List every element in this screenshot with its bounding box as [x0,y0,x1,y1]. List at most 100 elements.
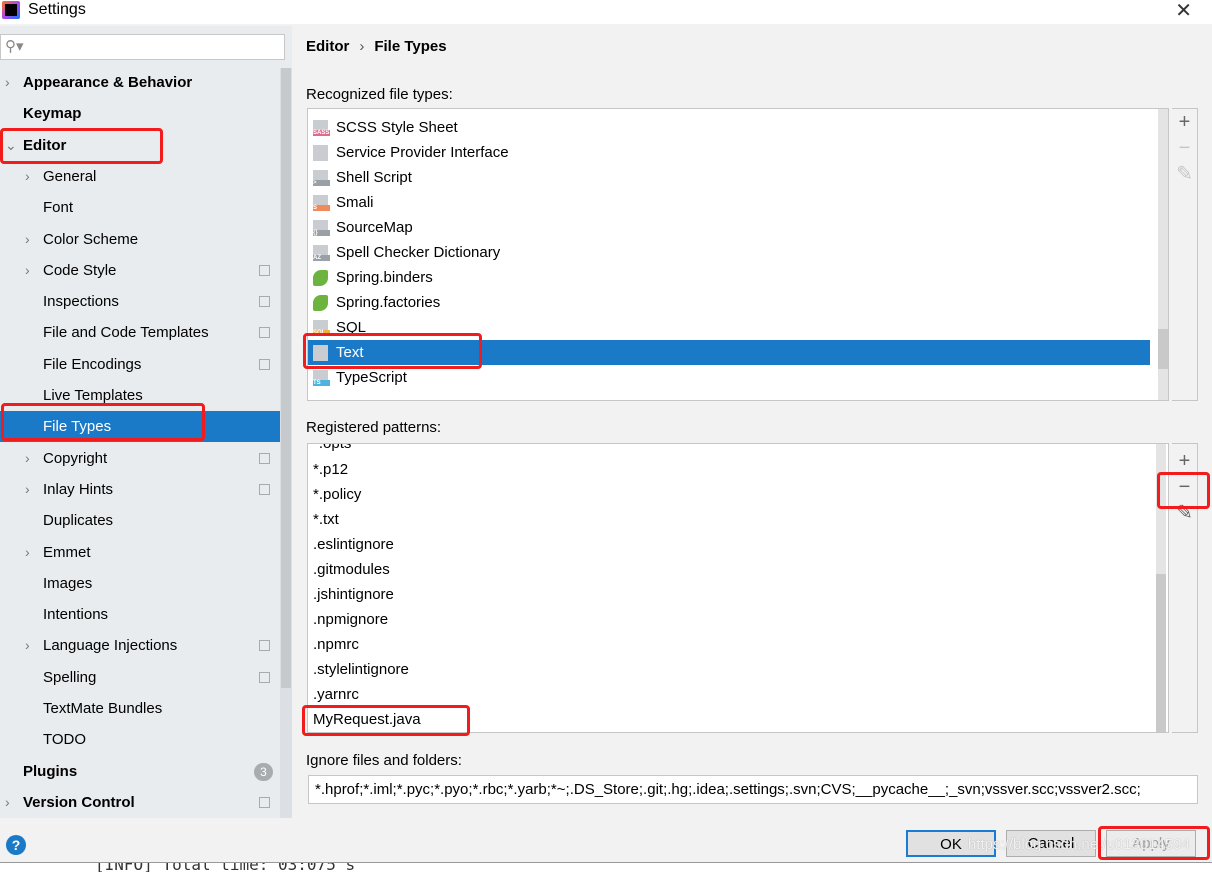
pattern-row[interactable]: .gitmodules [308,557,1148,582]
file-type-row[interactable]: Spring.factories [308,290,1150,315]
pattern-row[interactable]: *.p12 [308,457,1148,482]
file-type-row[interactable]: Spring.binders [308,265,1150,290]
pattern-row[interactable]: .yarnrc [308,682,1148,707]
sidebar-item-appearance-behavior[interactable]: › Appearance & Behavior [0,67,280,98]
chevron-right-icon[interactable]: › [25,630,30,661]
file-type-label: Smali [336,194,374,211]
file-type-row[interactable]: Text [308,340,1150,365]
sidebar-item-spelling[interactable]: Spelling [0,662,280,693]
file-type-label: SourceMap [336,219,413,236]
sidebar-item-label: Emmet [43,543,91,561]
pattern-row[interactable]: MyRequest.java [308,707,1148,732]
remove-pattern-button[interactable]: − [1172,474,1197,500]
chevron-right-icon[interactable]: › [25,537,30,568]
chevron-right-icon[interactable]: › [25,224,30,255]
watermark: https://blog.csdn.net/u013014594 [968,836,1190,853]
recognized-file-types-list[interactable]: SASS SCSS Style Sheet Service Provider Int… [307,108,1169,401]
chevron-down-icon[interactable]: ⌄ [5,130,17,161]
project-scope-icon [259,296,270,308]
file-type-icon: {} [313,220,330,236]
file-type-row[interactable]: Service Provider Interface [308,140,1150,165]
add-pattern-button[interactable]: + [1172,448,1197,474]
registered-patterns-list[interactable]: *.opts *.p12 *.policy *.txt .eslintignore .g… [307,443,1169,733]
sidebar-item-todo[interactable]: TODO [0,724,280,755]
search-input[interactable]: ⚲▾ [0,34,285,60]
sidebar-item-plugins[interactable]: Plugins 3 [0,756,280,787]
sidebar-item-inspections[interactable]: Inspections [0,286,280,317]
sidebar-item-duplicates[interactable]: Duplicates [0,505,280,536]
app-logo-icon [2,1,20,19]
file-type-label: SCSS Style Sheet [336,119,458,136]
sidebar-item-copyright[interactable]: › Copyright [0,443,280,474]
sidebar-item-emmet[interactable]: › Emmet [0,537,280,568]
file-type-row[interactable]: > Shell Script [308,165,1150,190]
recognized-label: Recognized file types: [306,86,453,103]
sidebar-item-inlay-hints[interactable]: › Inlay Hints [0,474,280,505]
sidebar-item-font[interactable]: Font [0,192,280,223]
sidebar-item-label: Spelling [43,668,97,686]
chevron-right-icon[interactable]: › [5,67,10,98]
pattern-row[interactable]: .eslintignore [308,532,1148,557]
chevron-right-icon[interactable]: › [25,443,30,474]
pattern-label: *.p12 [313,461,349,478]
file-type-row[interactable]: SASS SCSS Style Sheet [308,115,1150,140]
title-bar: Settings ✕ [0,0,1212,24]
ignore-files-input[interactable]: *.hprof;*.iml;*.pyc;*.pyo;*.rbc;*.yarb;*… [308,775,1198,804]
pattern-row[interactable]: .npmignore [308,607,1148,632]
edit-pattern-button[interactable]: ✎ [1172,500,1197,526]
sidebar-item-images[interactable]: Images [0,568,280,599]
sidebar-item-textmate-bundles[interactable]: TextMate Bundles [0,693,280,724]
sidebar-item-live-templates[interactable]: Live Templates [0,380,280,411]
pattern-row[interactable]: .stylelintignore [308,657,1148,682]
pattern-row[interactable]: .jshintignore [308,582,1148,607]
sidebar-item-code-style[interactable]: › Code Style [0,255,280,286]
sidebar-item-language-injections[interactable]: › Language Injections [0,630,280,661]
breadcrumb-current: File Types [374,38,447,55]
remove-file-type-button[interactable]: − [1172,135,1197,161]
list-scrollbar[interactable] [1158,109,1168,400]
pattern-row[interactable]: .npmrc [308,632,1148,657]
file-type-row[interactable]: S Smali [308,190,1150,215]
file-type-row[interactable]: AZ Spell Checker Dictionary [308,240,1150,265]
file-type-icon [313,295,328,311]
add-file-type-button[interactable]: + [1172,109,1197,135]
pattern-label: MyRequest.java [313,711,421,728]
sidebar-item-editor[interactable]: ⌄ Editor [0,130,280,161]
close-button[interactable]: ✕ [1175,0,1192,23]
file-type-label: SQL [336,319,367,336]
patterns-toolbar: + − ✎ [1172,443,1198,733]
breadcrumb-parent[interactable]: Editor [306,38,349,55]
ignore-label: Ignore files and folders: [306,752,462,769]
sidebar-item-label: Editor [23,136,67,154]
project-scope-icon [259,327,270,339]
help-button[interactable]: ? [6,835,26,855]
update-count-badge: 3 [254,762,273,781]
file-type-row[interactable]: SQL SQL [308,315,1150,340]
edit-file-type-button[interactable]: ✎ [1172,161,1197,187]
chevron-right-icon[interactable]: › [25,161,30,192]
pattern-row[interactable]: *.txt [308,507,1148,532]
file-type-label: Spring.binders [336,269,433,286]
sidebar-item-intentions[interactable]: Intentions [0,599,280,630]
sidebar-item-label: File Encodings [43,355,142,373]
sidebar-item-keymap[interactable]: Keymap [0,98,280,129]
sidebar-item-label: File and Code Templates [43,324,209,342]
chevron-right-icon[interactable]: › [25,255,30,286]
file-type-icon [313,145,328,161]
sidebar-scrollbar[interactable] [280,68,292,818]
chevron-right-icon[interactable]: › [5,787,10,818]
sidebar-item-file-and-code-templates[interactable]: File and Code Templates [0,317,280,348]
sidebar-item-file-types[interactable]: File Types [0,411,292,443]
pattern-label: .eslintignore [313,536,394,553]
list-scrollbar[interactable] [1156,444,1166,732]
sidebar-item-general[interactable]: › General [0,161,280,192]
file-type-row[interactable]: {} SourceMap [308,215,1150,240]
file-type-icon: SASS [313,120,330,136]
file-type-label: TypeScript [336,369,407,386]
chevron-right-icon[interactable]: › [25,474,30,505]
pattern-row[interactable]: *.policy [308,482,1148,507]
sidebar-item-file-encodings[interactable]: File Encodings [0,349,280,380]
sidebar-item-version-control[interactable]: › Version Control [0,787,280,818]
file-type-row[interactable]: TS TypeScript [308,365,1150,390]
sidebar-item-color-scheme[interactable]: › Color Scheme [0,224,280,255]
